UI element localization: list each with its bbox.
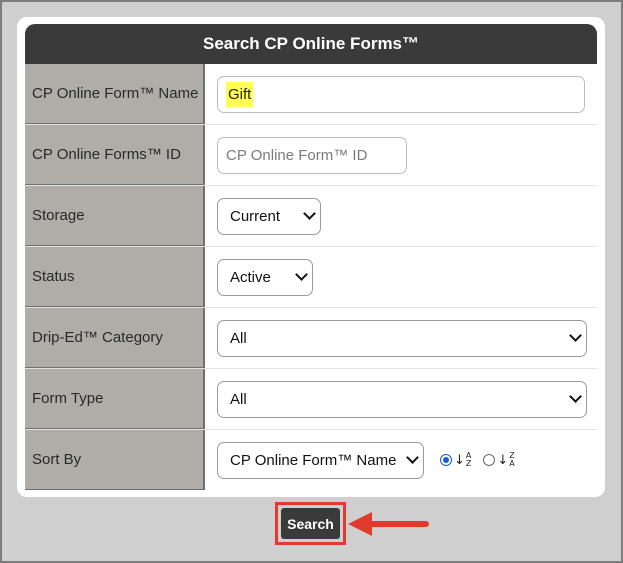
row-storage: Storage Current [25,186,597,247]
category-select[interactable]: All [217,319,587,357]
search-form-panel: Search CP Online Forms™ CP Online Form™ … [17,17,605,497]
search-button[interactable]: Search [281,508,340,539]
row-status: Status Active [25,247,597,308]
chevron-down-icon [406,451,419,464]
form-type-selected: All [230,390,247,408]
sort-descending-icon: ↓ ZA [497,451,515,468]
row-form-name: CP Online Form™ Name Gift [25,64,597,125]
form-name-label: CP Online Form™ Name [25,64,205,124]
status-select[interactable]: Active [217,258,313,296]
chevron-down-icon [569,390,582,403]
row-category: Drip-Ed™ Category All [25,308,597,369]
form-type-label: Form Type [25,369,205,429]
form-id-label: CP Online Forms™ ID [25,125,205,185]
panel-title: Search CP Online Forms™ [25,24,597,64]
category-selected: All [230,329,247,347]
chevron-down-icon [303,207,316,220]
row-form-id: CP Online Forms™ ID CP Online Form™ ID [25,125,597,186]
sort-ascending-icon: ↓ AZ [454,451,472,468]
status-selected: Active [230,268,271,286]
sort-ascending-radio[interactable] [440,454,452,466]
sort-by-select[interactable]: CP Online Form™ Name [217,441,424,479]
form-name-input[interactable]: Gift [217,75,585,113]
chevron-down-icon [569,329,582,342]
category-label: Drip-Ed™ Category [25,308,205,368]
storage-selected: Current [230,207,281,225]
form-id-input[interactable]: CP Online Form™ ID [217,136,407,174]
chevron-down-icon [295,268,308,281]
sort-by-label: Sort By [25,430,205,490]
form-name-value: Gift [226,81,254,107]
form-type-select[interactable]: All [217,380,587,418]
search-button-highlight: Search [275,502,346,545]
form-rows: CP Online Form™ Name Gift CP Online Form… [25,64,597,490]
annotation-arrow-icon [348,512,429,536]
sort-order-options: ↓ AZ ↓ ZA [440,452,525,468]
row-form-type: Form Type All [25,369,597,430]
storage-select[interactable]: Current [217,197,321,235]
storage-label: Storage [25,186,205,246]
sort-by-selected: CP Online Form™ Name [230,451,397,469]
status-label: Status [25,247,205,307]
row-sort-by: Sort By CP Online Form™ Name ↓ AZ ↓ ZA [25,430,597,490]
sort-descending-radio[interactable] [483,454,496,466]
